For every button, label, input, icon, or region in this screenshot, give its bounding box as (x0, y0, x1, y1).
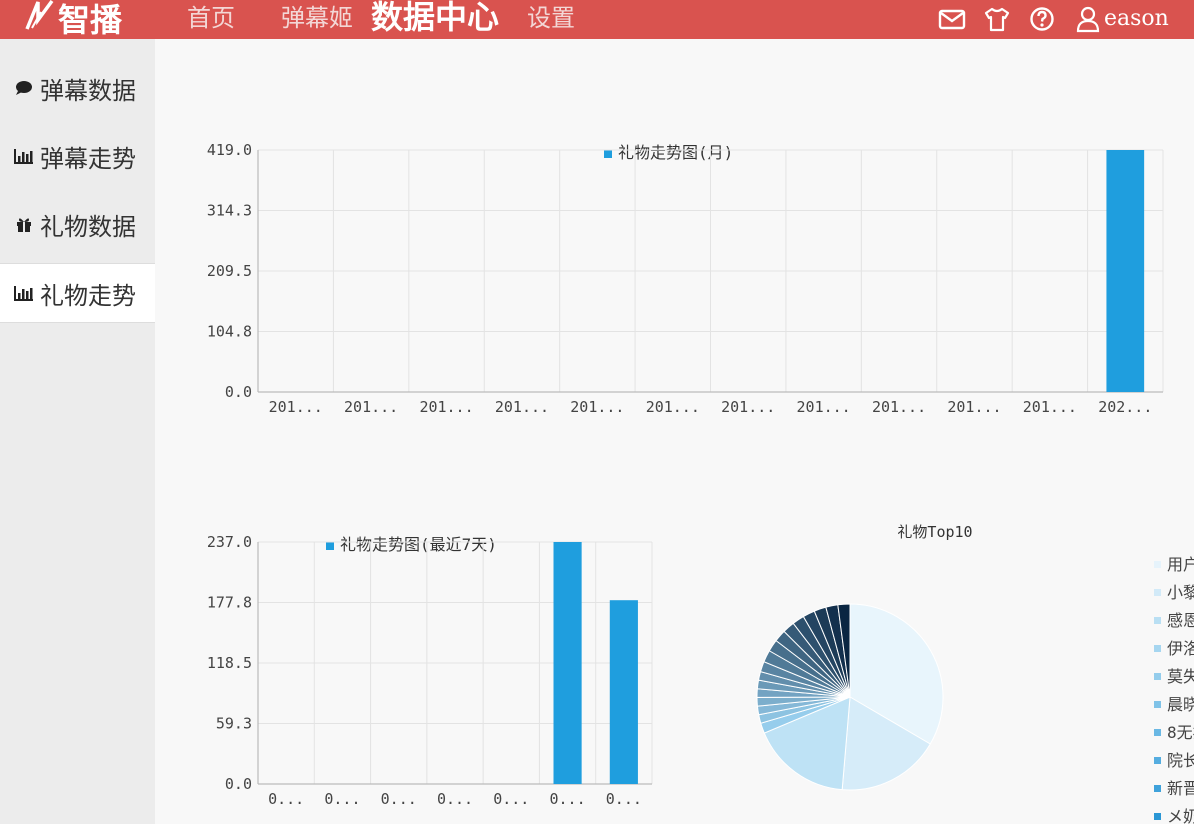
legend-swatch (1154, 701, 1161, 708)
sidebar-item-label: 礼物走势 (40, 281, 136, 310)
y-tick-label: 0.0 (225, 775, 252, 793)
tshirt-icon[interactable] (984, 4, 1014, 34)
legend-label[interactable]: 新晋主播阿段 (1167, 779, 1194, 798)
x-tick-label: 201... (797, 398, 851, 416)
x-tick-label: 0... (437, 790, 473, 808)
main-content: 礼物走势图(月) 0.0 104.8 209.5 314.3 419.0 201... 20… (155, 39, 1194, 824)
legend-label[interactable]: 小黎孖 (1167, 583, 1194, 602)
y-tick-label: 0.0 (225, 383, 252, 401)
legend-label[interactable]: 莫失莫忘、 (1167, 667, 1194, 686)
legend-swatch (1154, 813, 1161, 820)
bar-chart-icon (14, 283, 34, 303)
x-tick-label: 201... (1023, 398, 1077, 416)
gift-icon (14, 214, 34, 234)
nav-data-center[interactable]: 数据中心 (371, 0, 499, 39)
top-navbar: 智播 首页 弹幕姬 数据中心 设置 eason (0, 0, 1194, 39)
x-tick-label: 201... (419, 398, 473, 416)
sidebar-item-label: 弹幕走势 (40, 144, 136, 173)
username: eason (1104, 6, 1169, 31)
y-tick-label: 104.8 (207, 323, 252, 341)
sidebar-item-label: 礼物数据 (40, 212, 136, 241)
legend-label[interactable]: 用户30952979 (1167, 555, 1194, 574)
sidebar-item-gift-trend[interactable]: 礼物走势 (0, 263, 155, 323)
legend-swatch (604, 150, 612, 158)
x-tick-label: 0... (268, 790, 304, 808)
app-logo[interactable]: 智播 (24, 0, 122, 42)
sidebar-item-gift-data[interactable]: 礼物数据 (0, 195, 155, 253)
pie-title: 礼物Top10 (897, 523, 972, 541)
logo-text: 智播 (58, 1, 123, 39)
nav-settings[interactable]: 设置 (527, 0, 575, 39)
sidebar: 弹幕数据 弹幕走势 礼物数据 礼物走势 (0, 39, 155, 824)
x-tick-label: 201... (646, 398, 700, 416)
legend-swatch (326, 542, 334, 550)
x-tick-label: 202... (1098, 398, 1152, 416)
legend-label[interactable]: メ奶爸 (1167, 807, 1194, 824)
legend-swatch (1154, 673, 1161, 680)
gift-trend-monthly-chart: 礼物走势图(月) 0.0104.8209.5314.3419.0201... 20… (207, 141, 1164, 416)
legend-label[interactable]: 晨晓、爱洛洛 (1167, 695, 1194, 714)
y-tick-label: 419.0 (207, 141, 252, 159)
legend-label: 礼物走势图(最近7天) (340, 535, 497, 554)
user-menu[interactable]: eason (1076, 3, 1169, 35)
sidebar-item-label: 弹幕数据 (40, 76, 136, 105)
user-icon (1076, 6, 1100, 33)
nav-home[interactable]: 首页 (187, 0, 235, 39)
legend-swatch (1154, 589, 1161, 596)
x-tick-label: 201... (495, 398, 549, 416)
envelope-icon[interactable] (938, 4, 968, 34)
x-tick-label: 201... (721, 398, 775, 416)
legend-swatch (1154, 757, 1161, 764)
legend-swatch (1154, 561, 1161, 568)
legend-swatch (1154, 785, 1161, 792)
y-tick-label: 118.5 (207, 654, 252, 672)
nav-danmaku-ji[interactable]: 弹幕姬 (281, 0, 353, 39)
x-tick-label: 201... (344, 398, 398, 416)
bar[interactable] (609, 600, 638, 784)
x-tick-label: 201... (947, 398, 1001, 416)
bar-chart-icon (14, 146, 34, 166)
legend-label[interactable]: 感恩遇见不负... (1167, 611, 1194, 630)
x-tick-label: 0... (493, 790, 529, 808)
gift-top10-pie-chart: 礼物Top10 用户30952979 小黎孖感恩遇见不负... 伊洛、宠洛洛莫失莫忘… (756, 523, 1194, 824)
legend-swatch (1154, 617, 1161, 624)
logo-mark-icon (24, 0, 58, 42)
bar[interactable] (1106, 150, 1145, 392)
sidebar-item-danmaku-trend[interactable]: 弹幕走势 (0, 127, 155, 185)
x-tick-label: 201... (570, 398, 624, 416)
y-tick-label: 209.5 (207, 262, 252, 280)
question-circle-icon[interactable] (1029, 4, 1059, 34)
x-tick-label: 201... (872, 398, 926, 416)
y-tick-label: 177.8 (207, 594, 252, 612)
bar[interactable] (553, 542, 582, 784)
comment-icon (14, 78, 34, 98)
sidebar-item-danmaku-data[interactable]: 弹幕数据 (0, 59, 155, 117)
y-tick-label: 314.3 (207, 202, 252, 220)
x-tick-label: 0... (606, 790, 642, 808)
gift-trend-7day-chart: 礼物走势图(最近7天) 0.0 59.3 118.5 177.8 237.0 0... 0.… (207, 533, 653, 808)
y-tick-label: 59.3 (216, 715, 252, 733)
legend-label[interactable]: 8无疾而终的... (1167, 723, 1194, 742)
x-tick-label: 201... (269, 398, 323, 416)
legend-swatch (1154, 645, 1161, 652)
legend-label[interactable]: 院长Hayeah (1167, 751, 1194, 770)
legend-label[interactable]: 伊洛、宠洛洛 (1167, 639, 1194, 658)
x-tick-label: 0... (381, 790, 417, 808)
legend-swatch (1154, 729, 1161, 736)
x-tick-label: 0... (324, 790, 360, 808)
y-tick-label: 237.0 (207, 533, 252, 551)
x-tick-label: 0... (550, 790, 586, 808)
